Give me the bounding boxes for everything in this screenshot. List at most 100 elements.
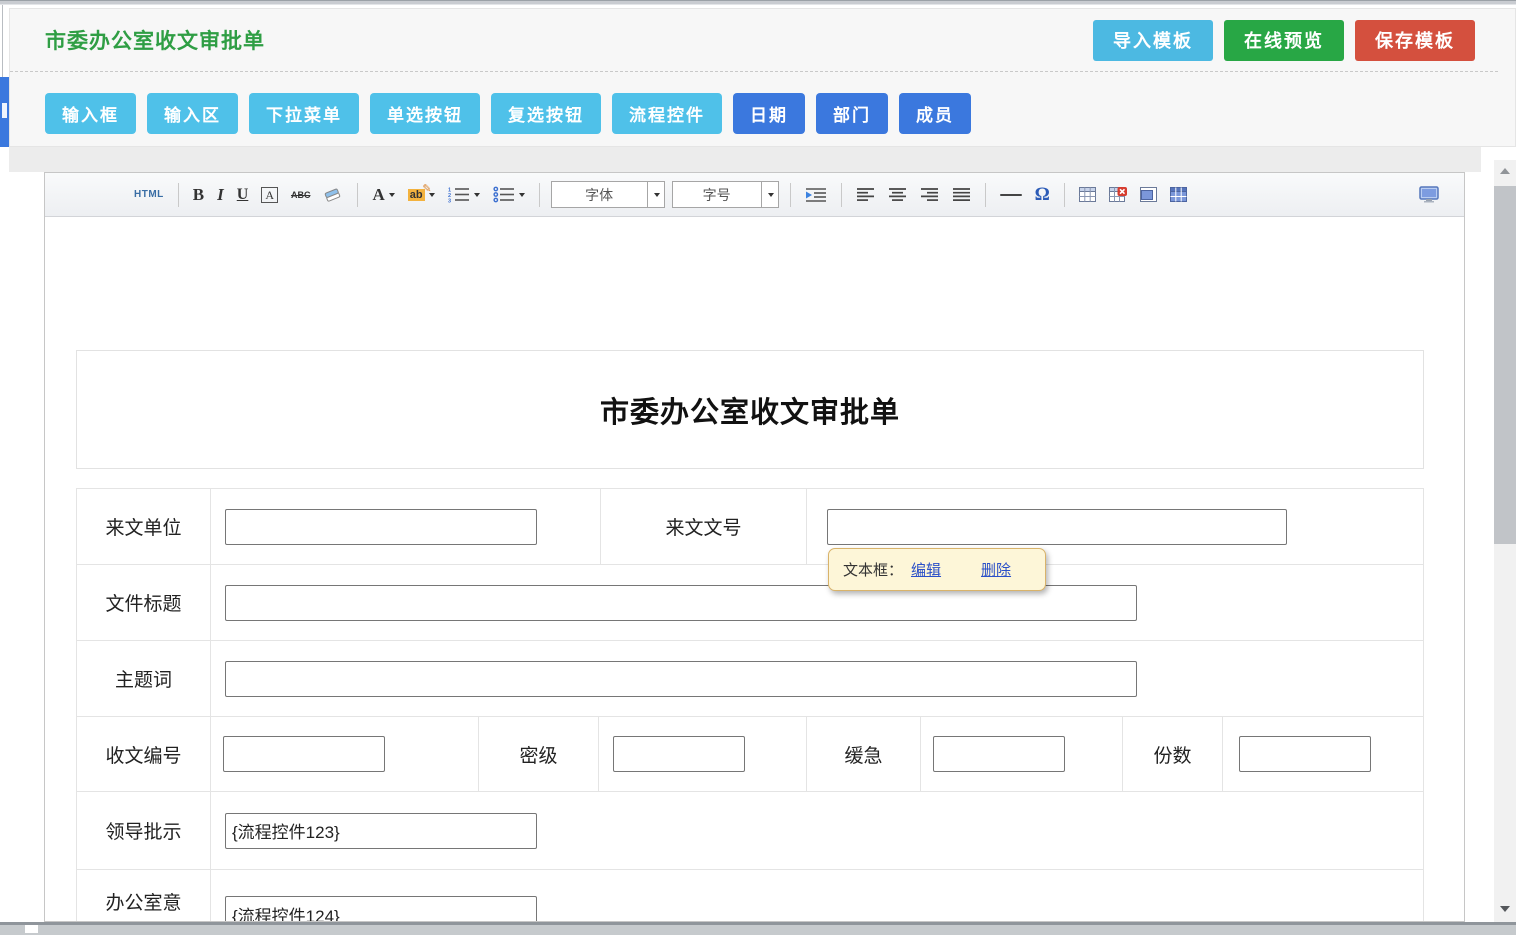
arrow-down-icon xyxy=(1500,906,1510,912)
indent-button[interactable] xyxy=(802,185,830,205)
header-actions: 导入模板 在线预览 保存模板 xyxy=(1093,20,1475,61)
widget-department-button[interactable]: 部门 xyxy=(816,93,888,134)
font-size-select[interactable]: 字号 xyxy=(672,181,779,208)
widget-date-button[interactable]: 日期 xyxy=(733,93,805,134)
import-template-button[interactable]: 导入模板 xyxy=(1093,20,1213,61)
italic-button[interactable]: I xyxy=(214,183,227,207)
chevron-down-icon xyxy=(654,193,660,197)
html-source-button[interactable]: HTML xyxy=(131,187,167,202)
table-row: 主题词 xyxy=(77,641,1424,717)
widget-input-box-button[interactable]: 输入框 xyxy=(45,93,136,134)
toolbar-separator xyxy=(357,183,358,207)
ordered-list-button[interactable]: 1 2 3 xyxy=(445,184,483,205)
scrollbar-thumb[interactable] xyxy=(1494,186,1516,544)
chevron-down-icon xyxy=(768,193,774,197)
tooltip-edit-link[interactable]: 编辑 xyxy=(911,559,941,580)
highlight-color-button[interactable]: ab xyxy=(405,187,438,203)
align-right-button[interactable] xyxy=(917,185,942,204)
form-title-cell: 市委办公室收文审批单 xyxy=(76,350,1424,469)
toolbar-separator xyxy=(1064,183,1065,207)
copies-label: 份数 xyxy=(1123,717,1223,792)
align-left-icon xyxy=(856,187,875,202)
toolbar-separator xyxy=(985,183,986,207)
secrecy-input[interactable] xyxy=(613,736,745,772)
table-row: 来文单位 来文文号 xyxy=(77,489,1424,565)
horizontal-rule-icon xyxy=(1000,194,1022,196)
align-left-button[interactable] xyxy=(853,185,878,204)
incoming-unit-cell xyxy=(211,489,601,565)
form-title: 市委办公室收文审批单 xyxy=(600,389,900,431)
widget-member-button[interactable]: 成员 xyxy=(899,93,971,134)
scrollbar-track[interactable] xyxy=(1494,160,1516,922)
subject-words-input[interactable] xyxy=(225,661,1137,697)
highlight-icon: ab xyxy=(408,189,425,201)
background-button-fragment xyxy=(0,77,9,147)
online-preview-button[interactable]: 在线预览 xyxy=(1224,20,1344,61)
bold-button[interactable]: B xyxy=(190,183,207,207)
widget-textarea-button[interactable]: 输入区 xyxy=(147,93,238,134)
subject-words-cell xyxy=(211,641,1424,717)
urgency-input[interactable] xyxy=(933,736,1065,772)
justify-button[interactable] xyxy=(949,185,974,204)
scroll-up-button[interactable] xyxy=(1494,160,1516,182)
fullscreen-button[interactable] xyxy=(1416,184,1442,205)
incoming-unit-input[interactable] xyxy=(225,509,537,545)
font-style-icon: A xyxy=(261,187,278,203)
widget-checkbox-button[interactable]: 复选按钮 xyxy=(491,93,601,134)
dropdown-button[interactable] xyxy=(761,182,778,207)
unordered-list-icon xyxy=(493,186,515,203)
copies-cell xyxy=(1223,717,1424,792)
widget-dropdown-button[interactable]: 下拉菜单 xyxy=(249,93,359,134)
widget-toolbar: 输入框 输入区 下拉菜单 单选按钮 复选按钮 流程控件 日期 部门 成员 xyxy=(10,72,1515,134)
table-row: 领导批示 xyxy=(77,792,1424,870)
receipt-number-label: 收文编号 xyxy=(77,717,211,792)
strikethrough-button[interactable]: ABC xyxy=(288,188,314,202)
indent-icon xyxy=(805,187,827,203)
html-icon: HTML xyxy=(134,189,164,200)
secrecy-cell xyxy=(599,717,807,792)
strikethrough-icon: ABC xyxy=(291,190,311,200)
leader-comments-input[interactable] xyxy=(225,813,537,849)
align-center-button[interactable] xyxy=(885,185,910,204)
svg-text:3: 3 xyxy=(448,199,451,204)
font-style-button[interactable]: A xyxy=(258,185,281,205)
fullscreen-monitor-icon xyxy=(1419,186,1439,203)
editor-content[interactable]: 市委办公室收文审批单 来文单位 来文文号 文件标题 xyxy=(45,217,1464,921)
leader-comments-label: 领导批示 xyxy=(77,792,211,870)
unordered-list-button[interactable] xyxy=(490,184,528,205)
underline-button[interactable]: U xyxy=(234,184,252,206)
scroll-down-button[interactable] xyxy=(1494,898,1516,920)
ordered-list-icon: 1 2 3 xyxy=(448,186,470,203)
dropdown-button[interactable] xyxy=(647,182,664,207)
align-right-icon xyxy=(920,187,939,202)
special-char-button[interactable]: Ω xyxy=(1032,182,1053,208)
save-template-button[interactable]: 保存模板 xyxy=(1355,20,1475,61)
receipt-number-cell xyxy=(211,717,479,792)
toolbar-separator xyxy=(178,183,179,207)
insert-table-icon xyxy=(1079,187,1096,202)
widget-radio-button[interactable]: 单选按钮 xyxy=(370,93,480,134)
receipt-number-input[interactable] xyxy=(223,736,385,772)
insert-table-button[interactable] xyxy=(1076,185,1099,204)
tooltip-delete-link[interactable]: 删除 xyxy=(981,559,1011,580)
office-opinion-input[interactable] xyxy=(225,896,537,922)
font-color-icon: A xyxy=(372,185,384,205)
table-row: 文件标题 xyxy=(77,565,1424,641)
copies-input[interactable] xyxy=(1239,736,1371,772)
remove-format-button[interactable] xyxy=(320,184,346,205)
toolbar-separator xyxy=(790,183,791,207)
delete-table-button[interactable] xyxy=(1106,185,1130,204)
window-bottom-edge xyxy=(0,922,1516,935)
font-color-button[interactable]: A xyxy=(369,183,397,207)
urgency-label: 缓急 xyxy=(807,717,921,792)
leader-comments-cell xyxy=(211,792,1424,870)
font-family-select[interactable]: 字体 xyxy=(551,181,665,208)
horizontal-rule-button[interactable] xyxy=(997,192,1025,198)
chevron-down-icon xyxy=(474,193,480,197)
table-properties-button[interactable] xyxy=(1167,185,1190,204)
widget-flow-control-button[interactable]: 流程控件 xyxy=(612,93,722,134)
incoming-number-input[interactable] xyxy=(827,509,1287,545)
table-cell-properties-button[interactable] xyxy=(1137,185,1160,204)
header-row: 市委办公室收文审批单 导入模板 在线预览 保存模板 xyxy=(10,9,1498,72)
font-size-label: 字号 xyxy=(673,185,761,205)
